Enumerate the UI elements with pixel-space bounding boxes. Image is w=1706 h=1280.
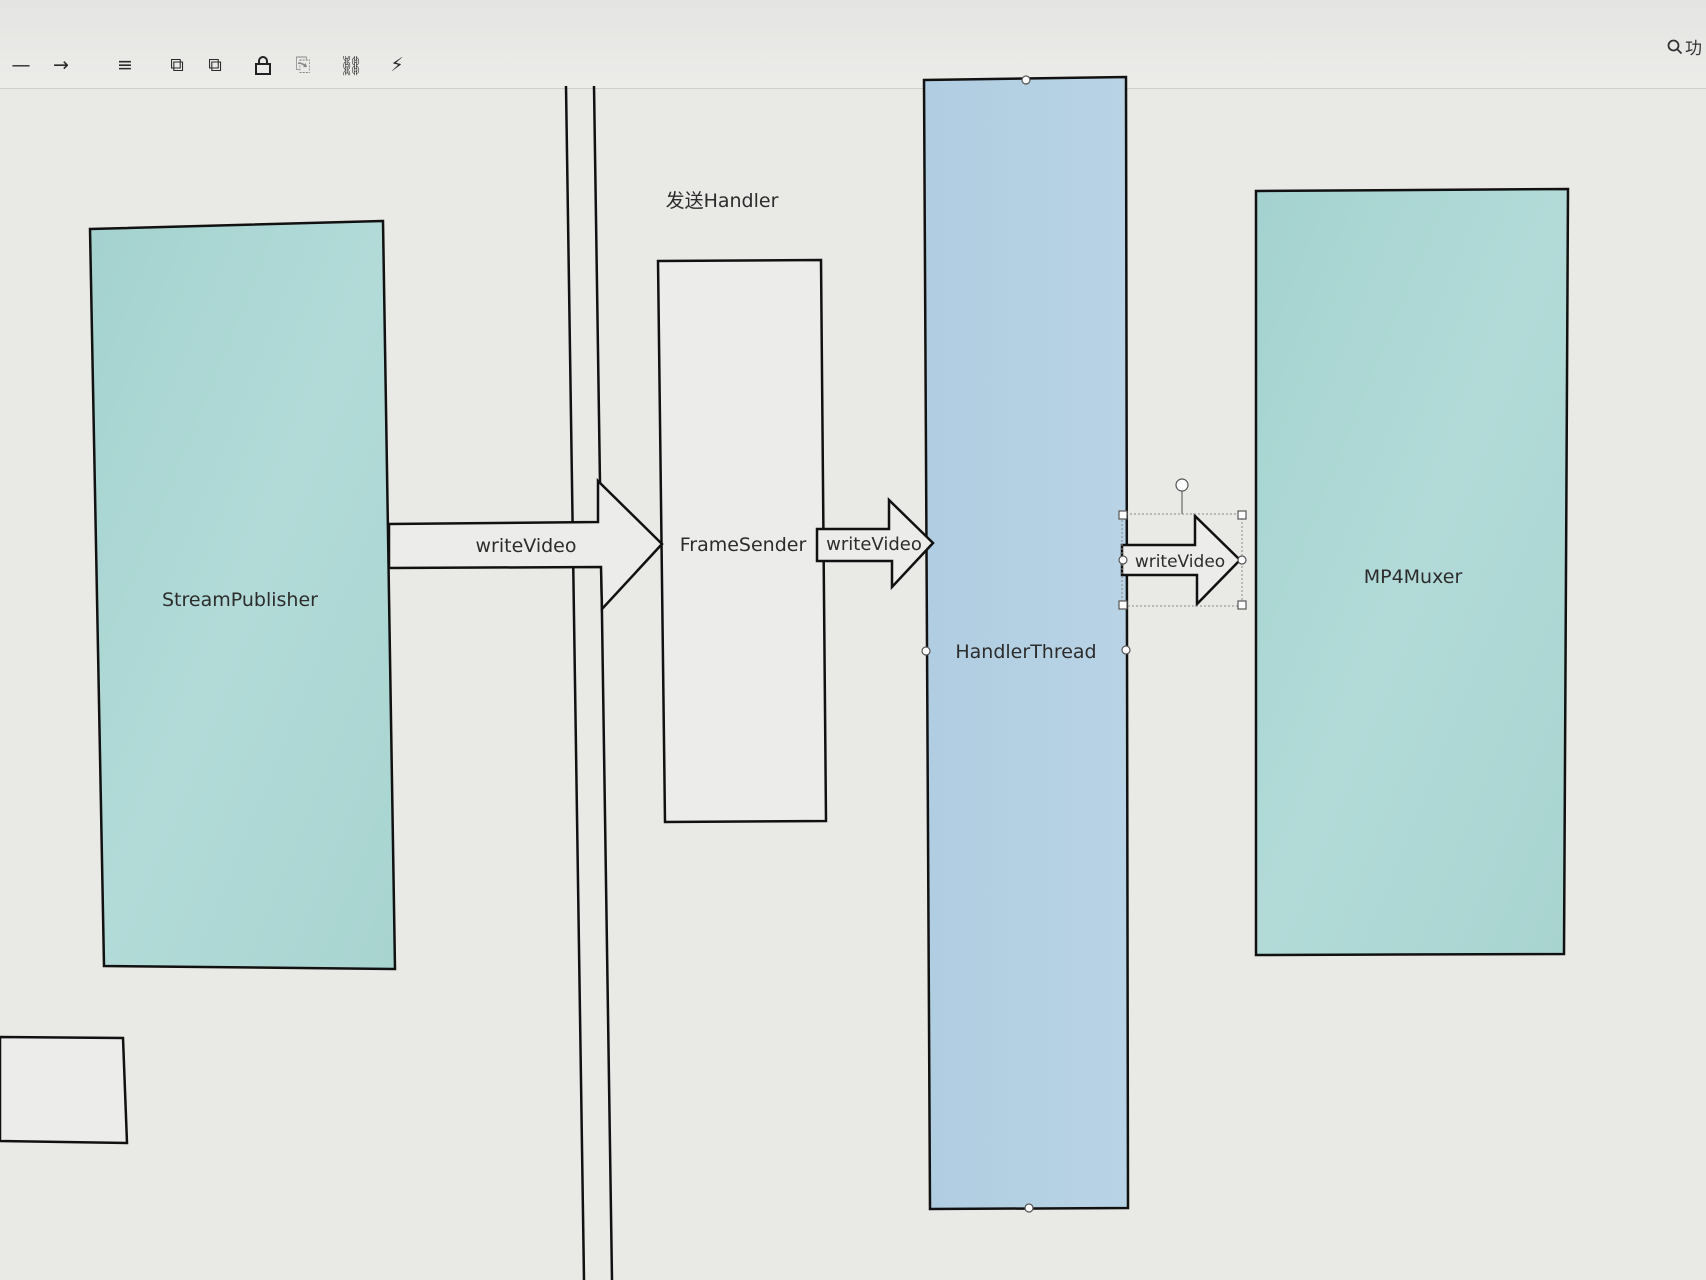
resize-handle[interactable] [1237,555,1247,565]
arrow-3-label: writeVideo [1135,552,1225,572]
resize-handle[interactable] [1118,510,1128,520]
resize-handle[interactable] [1237,600,1247,610]
connection-point[interactable] [1021,75,1031,85]
resize-handle[interactable] [1237,510,1247,520]
rotate-handle[interactable] [1175,478,1189,492]
frame-sender-label: FrameSender [680,534,807,556]
mp4-muxer-label: MP4Muxer [1364,566,1463,588]
handler-thread-label: HandlerThread [955,641,1096,663]
section-label: 发送Handler [666,190,779,212]
connection-point[interactable] [1024,1203,1034,1213]
lane-border-left [564,85,586,1280]
resize-handle[interactable] [1118,555,1128,565]
partial-shape-box[interactable] [0,1035,129,1145]
arrow-1-label: writeVideo [475,535,576,557]
resize-handle[interactable] [1118,600,1128,610]
lane-border-right [592,85,614,1280]
diagram-canvas: StreamPublisher FrameSender 发送Handler wr… [0,75,1570,1280]
arrow-2-label: writeVideo [826,534,922,555]
connection-point[interactable] [921,646,931,656]
stream-publisher-label: StreamPublisher [162,589,318,611]
connection-point[interactable] [1121,645,1131,655]
